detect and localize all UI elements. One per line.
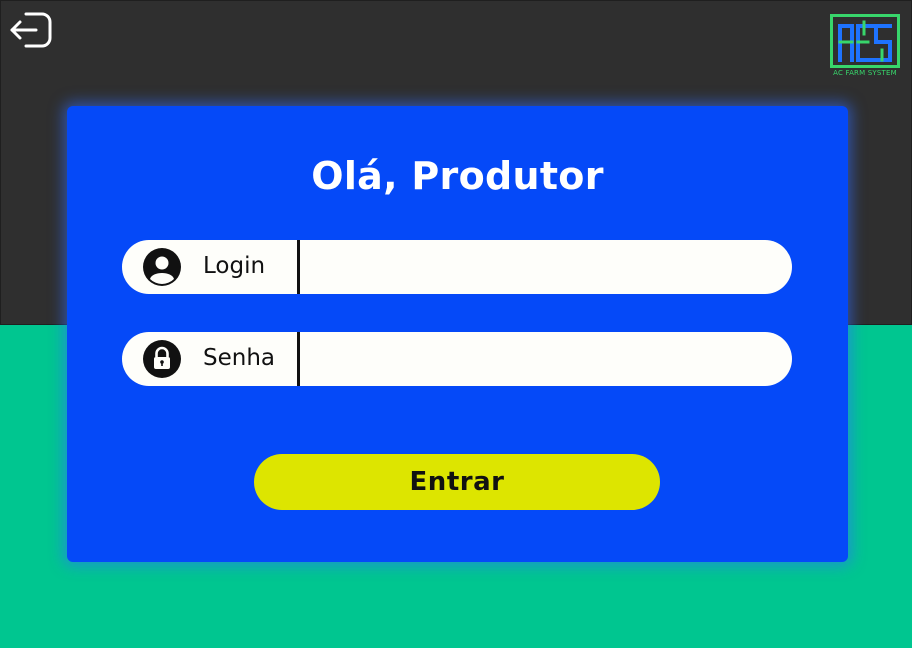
password-label: Senha (203, 345, 275, 371)
login-input[interactable] (302, 244, 772, 290)
login-card: Olá, Produtor Login Senha Entrar (67, 106, 848, 562)
page-title: Olá, Produtor (311, 154, 604, 198)
logo-text: AC FARM SYSTEM (833, 69, 897, 77)
field-divider (297, 240, 300, 294)
password-input[interactable] (302, 336, 772, 382)
app-logo: AC FARM SYSTEM (828, 14, 902, 80)
field-divider (297, 332, 300, 386)
user-icon (143, 248, 181, 286)
logo-maze-icon (838, 20, 892, 62)
submit-button[interactable]: Entrar (254, 454, 660, 510)
login-field[interactable]: Login (122, 240, 792, 294)
exit-arrow-icon (10, 12, 52, 48)
logo-mark (830, 14, 900, 68)
login-label: Login (203, 253, 266, 279)
lock-icon (143, 340, 181, 378)
password-field[interactable]: Senha (122, 332, 792, 386)
exit-button[interactable] (8, 10, 54, 50)
